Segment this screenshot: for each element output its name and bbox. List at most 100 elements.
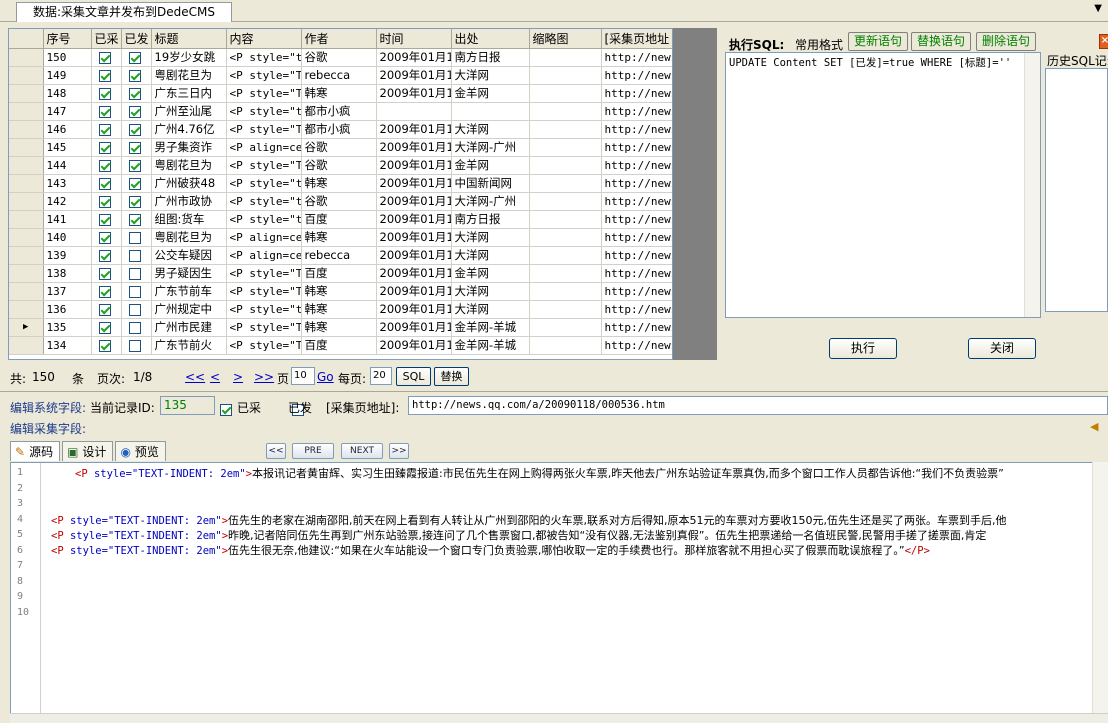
- checkbox[interactable]: [98, 123, 111, 136]
- checkbox[interactable]: [98, 141, 111, 154]
- row-collected-checkbox[interactable]: [91, 318, 122, 337]
- row-indicator[interactable]: [9, 300, 44, 319]
- col-header-content[interactable]: 内容: [226, 29, 302, 49]
- row-collected-checkbox[interactable]: [91, 48, 122, 67]
- checkbox[interactable]: [128, 339, 141, 352]
- next-record-button[interactable]: NEXT: [341, 443, 383, 459]
- checkbox[interactable]: [128, 105, 141, 118]
- checkbox[interactable]: [98, 51, 111, 64]
- checkbox[interactable]: [128, 87, 141, 100]
- row-published-checkbox[interactable]: [121, 228, 152, 247]
- row-collected-checkbox[interactable]: [91, 336, 122, 355]
- checkbox[interactable]: [98, 105, 111, 118]
- per-page-input[interactable]: 20: [370, 367, 392, 385]
- row-published-checkbox[interactable]: [121, 102, 152, 121]
- table-row[interactable]: 137 广东节前车 <P style="T 韩寒 2009年01月1 大洋网 http://…: [9, 282, 672, 301]
- row-collected-checkbox[interactable]: [91, 228, 122, 247]
- table-row[interactable]: 148 广东三日内 <P style="T 韩寒 2009年01月1 金羊网 http://…: [9, 84, 672, 103]
- col-header-url[interactable]: [采集页地址: [601, 29, 672, 49]
- sql-scrollbar[interactable]: [1024, 53, 1040, 317]
- row-published-checkbox[interactable]: [121, 264, 152, 283]
- row-published-checkbox[interactable]: [121, 66, 152, 85]
- checkbox[interactable]: [98, 231, 111, 244]
- tab-menu-arrow-icon[interactable]: ▼: [1094, 3, 1102, 14]
- row-published-checkbox[interactable]: [121, 84, 152, 103]
- row-published-checkbox[interactable]: [121, 282, 152, 301]
- row-indicator[interactable]: [9, 246, 44, 265]
- sql-button[interactable]: SQL: [396, 367, 431, 386]
- checkbox[interactable]: [98, 339, 111, 352]
- col-header-author[interactable]: 作者: [301, 29, 377, 49]
- first-record-button[interactable]: <<: [266, 443, 286, 459]
- last-page-link[interactable]: >>: [254, 370, 274, 384]
- table-row[interactable]: 149 粤剧花旦为 <P style="T rebecca 2009年01月1 大洋网 ht…: [9, 66, 672, 85]
- goto-page-input[interactable]: 10: [291, 367, 315, 385]
- editor-horizontal-scrollbar[interactable]: [10, 713, 1108, 723]
- row-published-checkbox[interactable]: [121, 120, 152, 139]
- row-collected-checkbox[interactable]: [91, 300, 122, 319]
- records-grid[interactable]: 序号 已采 已发 标题 内容 作者 时间 出处 缩略图 [采集页地址 150 19…: [8, 28, 673, 360]
- table-row[interactable]: 138 男子疑因生 <P style="T 百度 2009年01月1 金羊网 http://…: [9, 264, 672, 283]
- checkbox[interactable]: [128, 285, 141, 298]
- checkbox[interactable]: [98, 87, 111, 100]
- next-page-link[interactable]: >: [233, 370, 243, 384]
- row-indicator[interactable]: [9, 282, 44, 301]
- checkbox[interactable]: [128, 69, 141, 82]
- row-published-checkbox[interactable]: [121, 156, 152, 175]
- checkbox[interactable]: [128, 51, 141, 64]
- row-collected-checkbox[interactable]: [91, 264, 122, 283]
- row-collected-checkbox[interactable]: [91, 192, 122, 211]
- checkbox[interactable]: [98, 285, 111, 298]
- checkbox[interactable]: [128, 321, 141, 334]
- table-row[interactable]: 139 公交车疑因 <P align=ce rebecca 2009年01月1 大洋网 ht…: [9, 246, 672, 265]
- col-header-collected[interactable]: 已采: [91, 29, 122, 49]
- row-collected-checkbox[interactable]: [91, 282, 122, 301]
- table-row[interactable]: 136 广州规定中 <P style="t 韩寒 2009年01月1 大洋网 http://…: [9, 300, 672, 319]
- row-indicator[interactable]: [9, 210, 44, 229]
- row-indicator[interactable]: [9, 192, 44, 211]
- checkbox[interactable]: [128, 177, 141, 190]
- source-editor[interactable]: 1 2 3 4 5 6 7 8 9 10 <P style="TEXT-INDENT: 2em">…: [10, 462, 1108, 717]
- col-header-id[interactable]: 序号: [43, 29, 92, 49]
- row-collected-checkbox[interactable]: [91, 156, 122, 175]
- tab-source[interactable]: ✎ 源码: [10, 441, 61, 461]
- row-published-checkbox[interactable]: [121, 246, 152, 265]
- row-published-checkbox[interactable]: [121, 138, 152, 157]
- row-indicator[interactable]: [9, 138, 44, 157]
- go-link[interactable]: Go: [317, 370, 334, 384]
- replace-button[interactable]: 替换: [434, 367, 469, 386]
- row-collected-checkbox[interactable]: [91, 66, 122, 85]
- document-tab[interactable]: 数据:采集文章并发布到DedeCMS: [16, 2, 233, 22]
- url-input[interactable]: http://news.qq.com/a/20090118/000536.htm: [408, 396, 1108, 415]
- col-header-time[interactable]: 时间: [376, 29, 452, 49]
- checkbox[interactable]: [98, 249, 111, 262]
- execute-button[interactable]: 执行: [829, 338, 897, 359]
- prev-page-link[interactable]: <: [210, 370, 220, 384]
- checkbox[interactable]: [98, 303, 111, 316]
- collected-checkbox[interactable]: [220, 403, 232, 416]
- history-sql-list[interactable]: [1045, 68, 1108, 312]
- first-page-link[interactable]: <<: [185, 370, 205, 384]
- row-indicator[interactable]: [9, 48, 44, 67]
- checkbox[interactable]: [128, 141, 141, 154]
- table-row[interactable]: 142 广州市政协 <P style="t 谷歌 2009年01月1 大洋网-广州 http…: [9, 192, 672, 211]
- table-row[interactable]: ▶ 135 广州市民建 <P style="T 韩寒 2009年01月1 金羊网-羊城 htt…: [9, 318, 672, 337]
- editor-vertical-scrollbar[interactable]: [1092, 462, 1108, 713]
- row-published-checkbox[interactable]: [121, 318, 152, 337]
- table-row[interactable]: 143 广州破获48 <P style="t 韩寒 2009年01月1 中国新闻网 http…: [9, 174, 672, 193]
- checkbox[interactable]: [98, 159, 111, 172]
- checkbox[interactable]: [128, 123, 141, 136]
- tab-preview[interactable]: ◉ 预览: [115, 441, 166, 461]
- table-row[interactable]: 146 广州4.76亿 <P style="T 都市小疯 2009年01月1 大洋网 htt…: [9, 120, 672, 139]
- checkbox[interactable]: [128, 213, 141, 226]
- table-row[interactable]: 150 19岁少女跳 <P style="t 谷歌 2009年01月1 南方日报 http:…: [9, 48, 672, 67]
- table-row[interactable]: 140 粤剧花旦为 <P align=ce 韩寒 2009年01月1 大洋网 http://…: [9, 228, 672, 247]
- table-row[interactable]: 145 男子集资诈 <P align=ce 谷歌 2009年01月1 大洋网-广州 http…: [9, 138, 672, 157]
- current-row-indicator-icon[interactable]: ▶: [9, 318, 44, 337]
- table-row[interactable]: 141 组图:货车 <P style="t 百度 2009年01月1 南方日报 http:/…: [9, 210, 672, 229]
- table-row[interactable]: 147 广州至汕尾 <P style="t 都市小疯 http://news: [9, 102, 672, 121]
- update-statement-button[interactable]: 更新语句: [848, 32, 908, 51]
- row-indicator[interactable]: [9, 84, 44, 103]
- row-collected-checkbox[interactable]: [91, 120, 122, 139]
- delete-statement-button[interactable]: 删除语句: [976, 32, 1036, 51]
